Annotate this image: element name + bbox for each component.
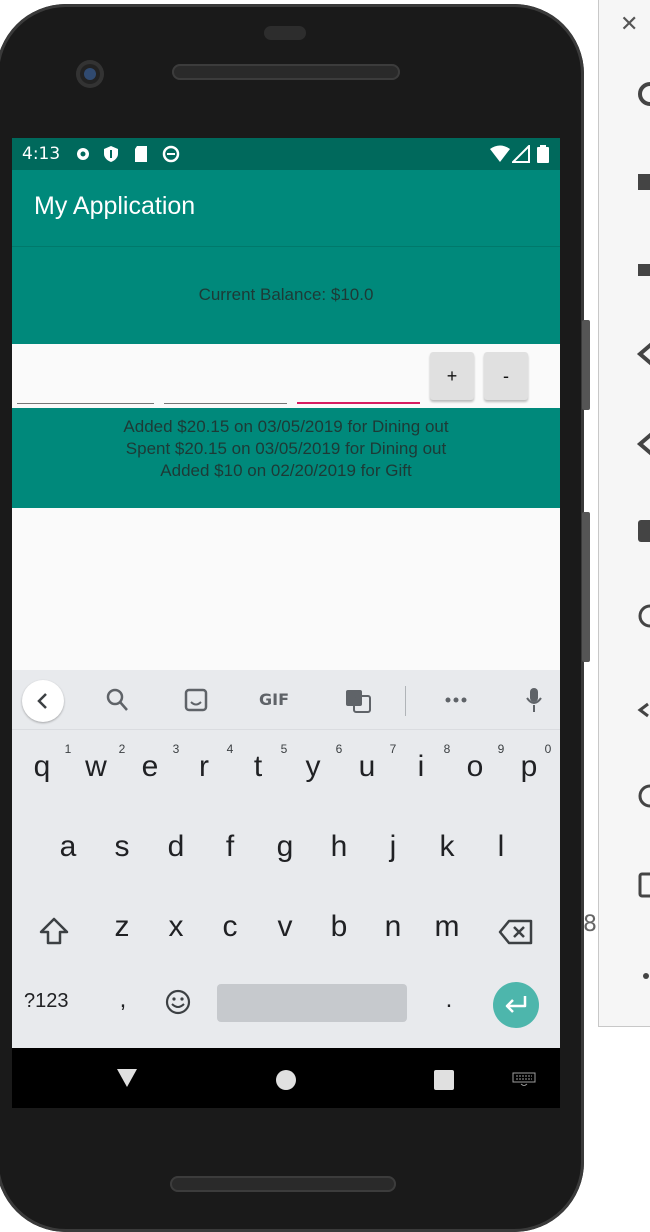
key-r[interactable]: r: [179, 750, 229, 784]
navigation-bar: [12, 1048, 560, 1108]
key-c[interactable]: c: [205, 910, 255, 944]
partial-label: 8: [583, 912, 597, 937]
chevron-left-icon: [37, 693, 47, 709]
key-period[interactable]: .: [424, 986, 474, 1014]
collapse-toolbar-button[interactable]: [22, 680, 64, 722]
key-comma[interactable]: ,: [98, 986, 148, 1014]
app-title: My Application: [34, 192, 196, 220]
phone-side-button: [582, 320, 590, 410]
wifi-icon: [490, 145, 510, 162]
sd-card-icon: [135, 146, 147, 162]
enter-key[interactable]: [493, 982, 539, 1028]
nav-back-icon[interactable]: [116, 1068, 138, 1088]
key-i[interactable]: i: [396, 750, 446, 784]
key-n[interactable]: n: [368, 910, 418, 944]
key-q[interactable]: q: [17, 750, 67, 784]
battery-icon: [537, 145, 549, 163]
translate-icon[interactable]: [344, 686, 372, 714]
key-k[interactable]: k: [422, 830, 472, 864]
history-item: Spent $20.15 on 03/05/2019 for Dining ou…: [125, 439, 447, 458]
overview-icon[interactable]: [636, 870, 650, 898]
key-v[interactable]: v: [260, 910, 310, 944]
shift-icon[interactable]: [38, 916, 70, 946]
microphone-icon[interactable]: [524, 686, 544, 714]
backspace-icon[interactable]: [498, 918, 534, 946]
key-f[interactable]: f: [205, 830, 255, 864]
amount-field[interactable]: [17, 380, 154, 404]
cell-signal-icon: [512, 145, 530, 163]
volume-up-icon[interactable]: [636, 168, 650, 196]
volume-down-icon[interactable]: [636, 256, 650, 284]
keyboard-toolbar: GIF: [12, 670, 560, 730]
more-icon[interactable]: [636, 962, 650, 990]
more-options-icon[interactable]: [444, 686, 468, 714]
key-j[interactable]: j: [368, 830, 418, 864]
power-icon[interactable]: [636, 80, 650, 108]
bottom-speaker: [170, 1176, 396, 1192]
key-t[interactable]: t: [233, 750, 283, 784]
zoom-icon[interactable]: [636, 602, 650, 630]
history-item: Added $20.15 on 03/05/2019 for Dining ou…: [123, 417, 449, 436]
nav-home-icon[interactable]: [275, 1069, 297, 1091]
subtract-button[interactable]: -: [484, 352, 528, 400]
app-bar: My Application: [12, 170, 560, 246]
key-l[interactable]: l: [476, 830, 526, 864]
earpiece: [264, 26, 306, 40]
enter-icon: [505, 996, 527, 1013]
data-saver-icon: [162, 145, 180, 163]
balance-panel: Current Balance: $10.0: [12, 246, 560, 344]
key-d[interactable]: d: [151, 830, 201, 864]
key-e[interactable]: e: [125, 750, 175, 784]
key-g[interactable]: g: [260, 830, 310, 864]
phone-volume-button: [582, 512, 590, 662]
status-bar: 4:13: [12, 138, 560, 170]
keyboard-switch-icon[interactable]: [512, 1072, 536, 1086]
key-x[interactable]: x: [151, 910, 201, 944]
transaction-input-row: + -: [12, 344, 560, 408]
nav-recents-icon[interactable]: [434, 1070, 454, 1090]
close-icon[interactable]: ✕: [620, 12, 638, 37]
phone-screen: 4:13 My Application Current Balance: $10…: [12, 138, 560, 1048]
status-time: 4:13: [22, 144, 61, 164]
emoji-icon[interactable]: [164, 988, 192, 1016]
current-balance: Current Balance: $10.0: [198, 285, 374, 304]
key-w[interactable]: w: [71, 750, 121, 784]
toolbar-divider: [405, 686, 406, 716]
key-u[interactable]: u: [342, 750, 392, 784]
gif-button[interactable]: GIF: [259, 690, 289, 718]
key-o[interactable]: o: [450, 750, 500, 784]
key-a[interactable]: a: [43, 830, 93, 864]
transaction-history: Added $20.15 on 03/05/2019 for Dining ou…: [12, 408, 560, 508]
key-m[interactable]: m: [422, 910, 472, 944]
key-z[interactable]: z: [97, 910, 147, 944]
date-field[interactable]: [164, 380, 287, 404]
front-camera: [76, 60, 104, 88]
top-speaker: [172, 64, 400, 80]
space-bar[interactable]: [217, 984, 407, 1022]
screenshot-icon[interactable]: [636, 516, 650, 544]
add-button[interactable]: +: [430, 352, 474, 400]
sticker-icon[interactable]: [184, 686, 208, 714]
search-icon[interactable]: [104, 686, 130, 714]
rotate-right-icon[interactable]: [636, 430, 650, 458]
key-h[interactable]: h: [314, 830, 364, 864]
category-field[interactable]: [297, 380, 420, 404]
home-icon[interactable]: [636, 782, 650, 810]
history-item: Added $10 on 02/20/2019 for Gift: [160, 461, 412, 480]
key-y[interactable]: y: [288, 750, 338, 784]
soft-keyboard: GIF 1 2 3 4 5 6 7 8 9 0 q w e r t y u i …: [12, 670, 560, 1048]
rotate-left-icon[interactable]: [636, 340, 650, 368]
key-s[interactable]: s: [97, 830, 147, 864]
settings-icon: [77, 148, 89, 160]
symbols-key[interactable]: ?123: [24, 990, 69, 1013]
shield-icon: [104, 146, 118, 162]
key-p[interactable]: p: [504, 750, 554, 784]
key-b[interactable]: b: [314, 910, 364, 944]
back-icon[interactable]: [636, 696, 650, 724]
